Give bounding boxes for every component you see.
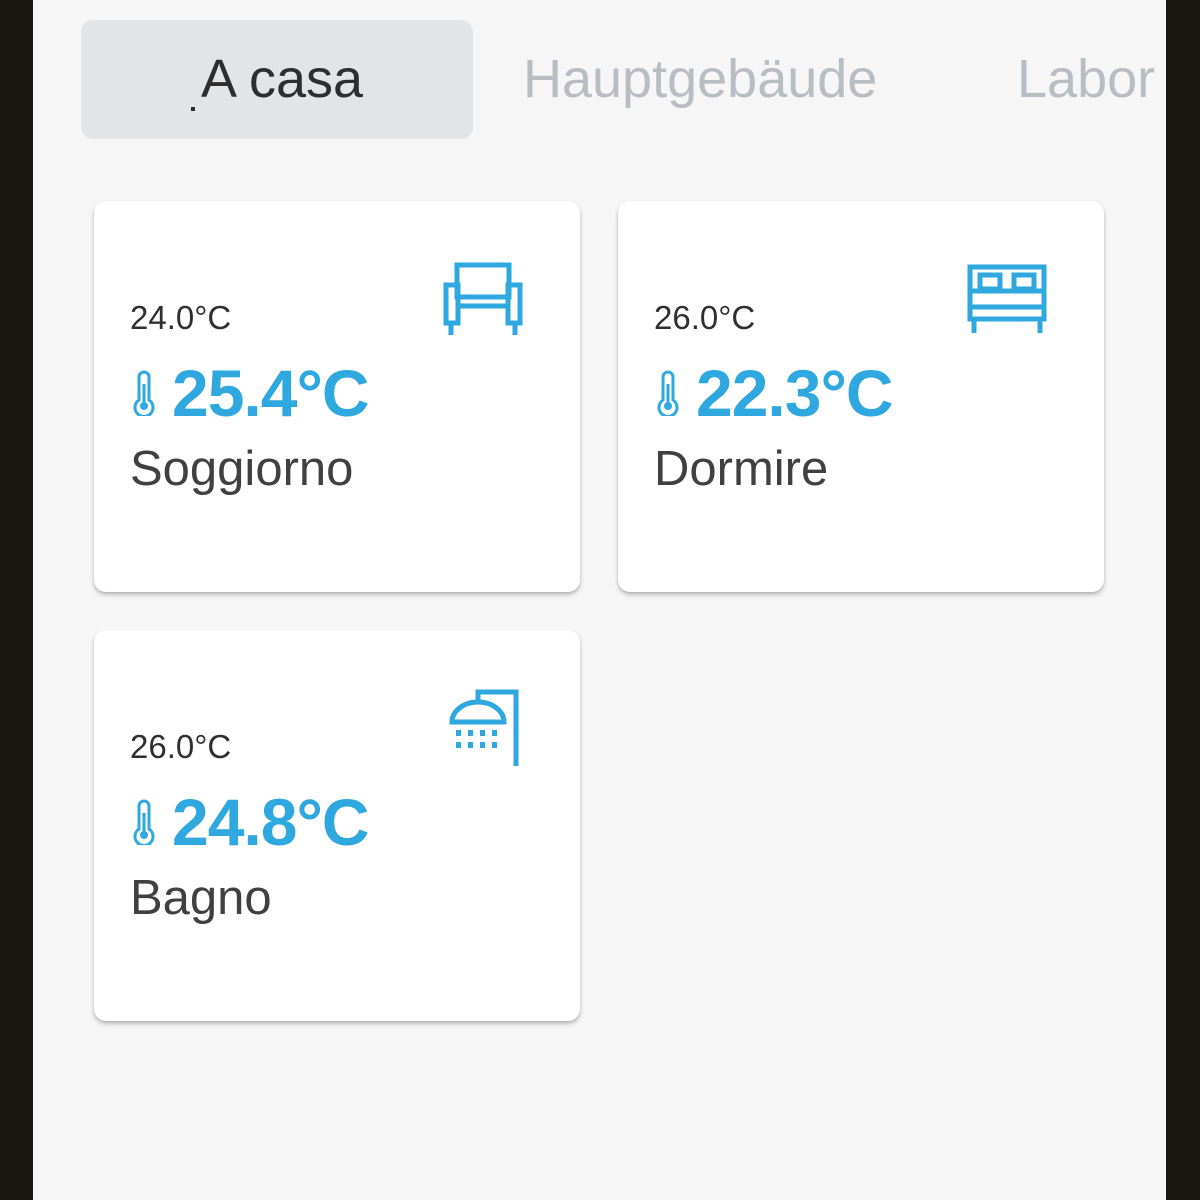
current-temperature-row: 25.4°C	[130, 353, 370, 433]
setpoint-temperature: 26.0°C	[130, 728, 232, 765]
current-temperature-value: 25.4°C	[172, 356, 370, 430]
room-name: Soggiorno	[130, 442, 354, 496]
thermometer-icon	[133, 799, 155, 845]
current-temperature-row: 24.8°C	[130, 782, 370, 862]
room-card-bagno[interactable]: 26.0°C 24.8°C Bagno	[94, 630, 580, 1021]
shower-icon	[449, 689, 519, 766]
current-temperature-row: 22.3°C	[654, 353, 894, 433]
tab-hauptgebaeude[interactable]: Hauptgebäude	[523, 20, 877, 139]
cursor-marker	[190, 107, 195, 111]
tab-a-casa[interactable]: A casa	[81, 20, 473, 139]
device-frame: A casa Hauptgebäude Labor 24.0°C 25.4°C …	[0, 0, 1200, 1200]
tab-label: Hauptgebäude	[523, 49, 878, 109]
bed-icon	[967, 264, 1047, 333]
room-name: Bagno	[130, 871, 272, 925]
app-screen: A casa Hauptgebäude Labor 24.0°C 25.4°C …	[33, 0, 1166, 1200]
thermometer-icon	[657, 370, 679, 416]
room-name: Dormire	[654, 442, 829, 496]
current-temperature-value: 24.8°C	[172, 785, 370, 859]
current-temperature-value: 22.3°C	[696, 356, 894, 430]
tab-label: A casa	[200, 49, 364, 109]
setpoint-temperature: 26.0°C	[654, 299, 756, 336]
room-card-dormire[interactable]: 26.0°C 22.3°C Dormire	[618, 201, 1104, 592]
tab-labor[interactable]: Labor	[1017, 20, 1155, 139]
thermometer-icon	[133, 370, 155, 416]
building-tabs: A casa Hauptgebäude Labor	[33, 0, 1166, 160]
tab-label: Labor	[1017, 49, 1156, 109]
armchair-icon	[443, 262, 523, 335]
setpoint-temperature: 24.0°C	[130, 299, 232, 336]
room-card-soggiorno[interactable]: 24.0°C 25.4°C Soggiorno	[94, 201, 580, 592]
